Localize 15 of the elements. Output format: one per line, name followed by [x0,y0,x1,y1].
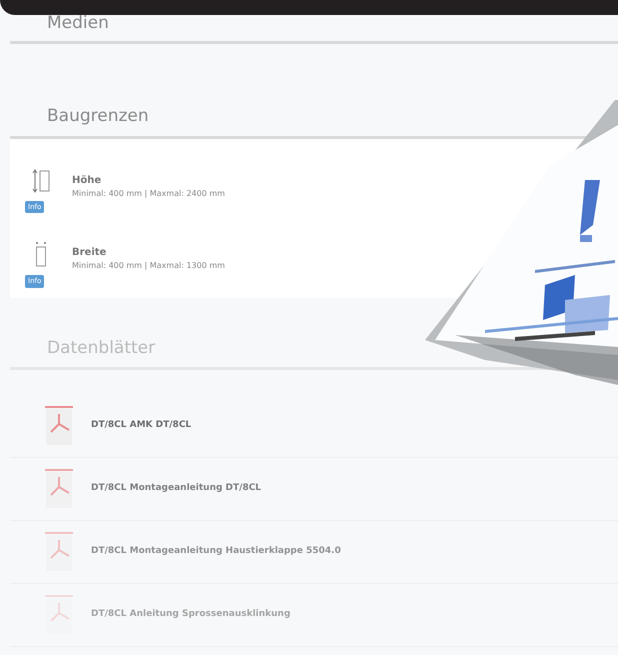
width-icon [34,241,48,268]
section-heading: Baugrenzen [46,106,150,127]
section-heading: Medien [46,13,110,34]
datasheet-link[interactable]: DT/8CL Montageanleitung Haustierklappe 5504.0 [91,545,341,559]
pdf-icon [45,406,73,446]
datasheet-link[interactable]: DT/8CL Montageanleitung DT/8CL [91,482,262,496]
limit-title: Breite [72,246,108,260]
section-heading: Datenblätter [46,338,156,358]
limit-title: Höhe [72,174,102,188]
datasheet-link[interactable]: DT/8CL Anleitung Sprossenausklinkung [91,608,290,622]
height-icon [32,168,50,193]
pdf-icon [45,469,73,510]
datasheet-link[interactable]: DT/8CL AMK DT/8CL [91,419,192,433]
limit-range: Minimal: 400 mm | Maxmal: 2400 mm [72,188,225,200]
limit-range: Minimal: 400 mm | Maxmal: 1300 mm [72,260,225,272]
